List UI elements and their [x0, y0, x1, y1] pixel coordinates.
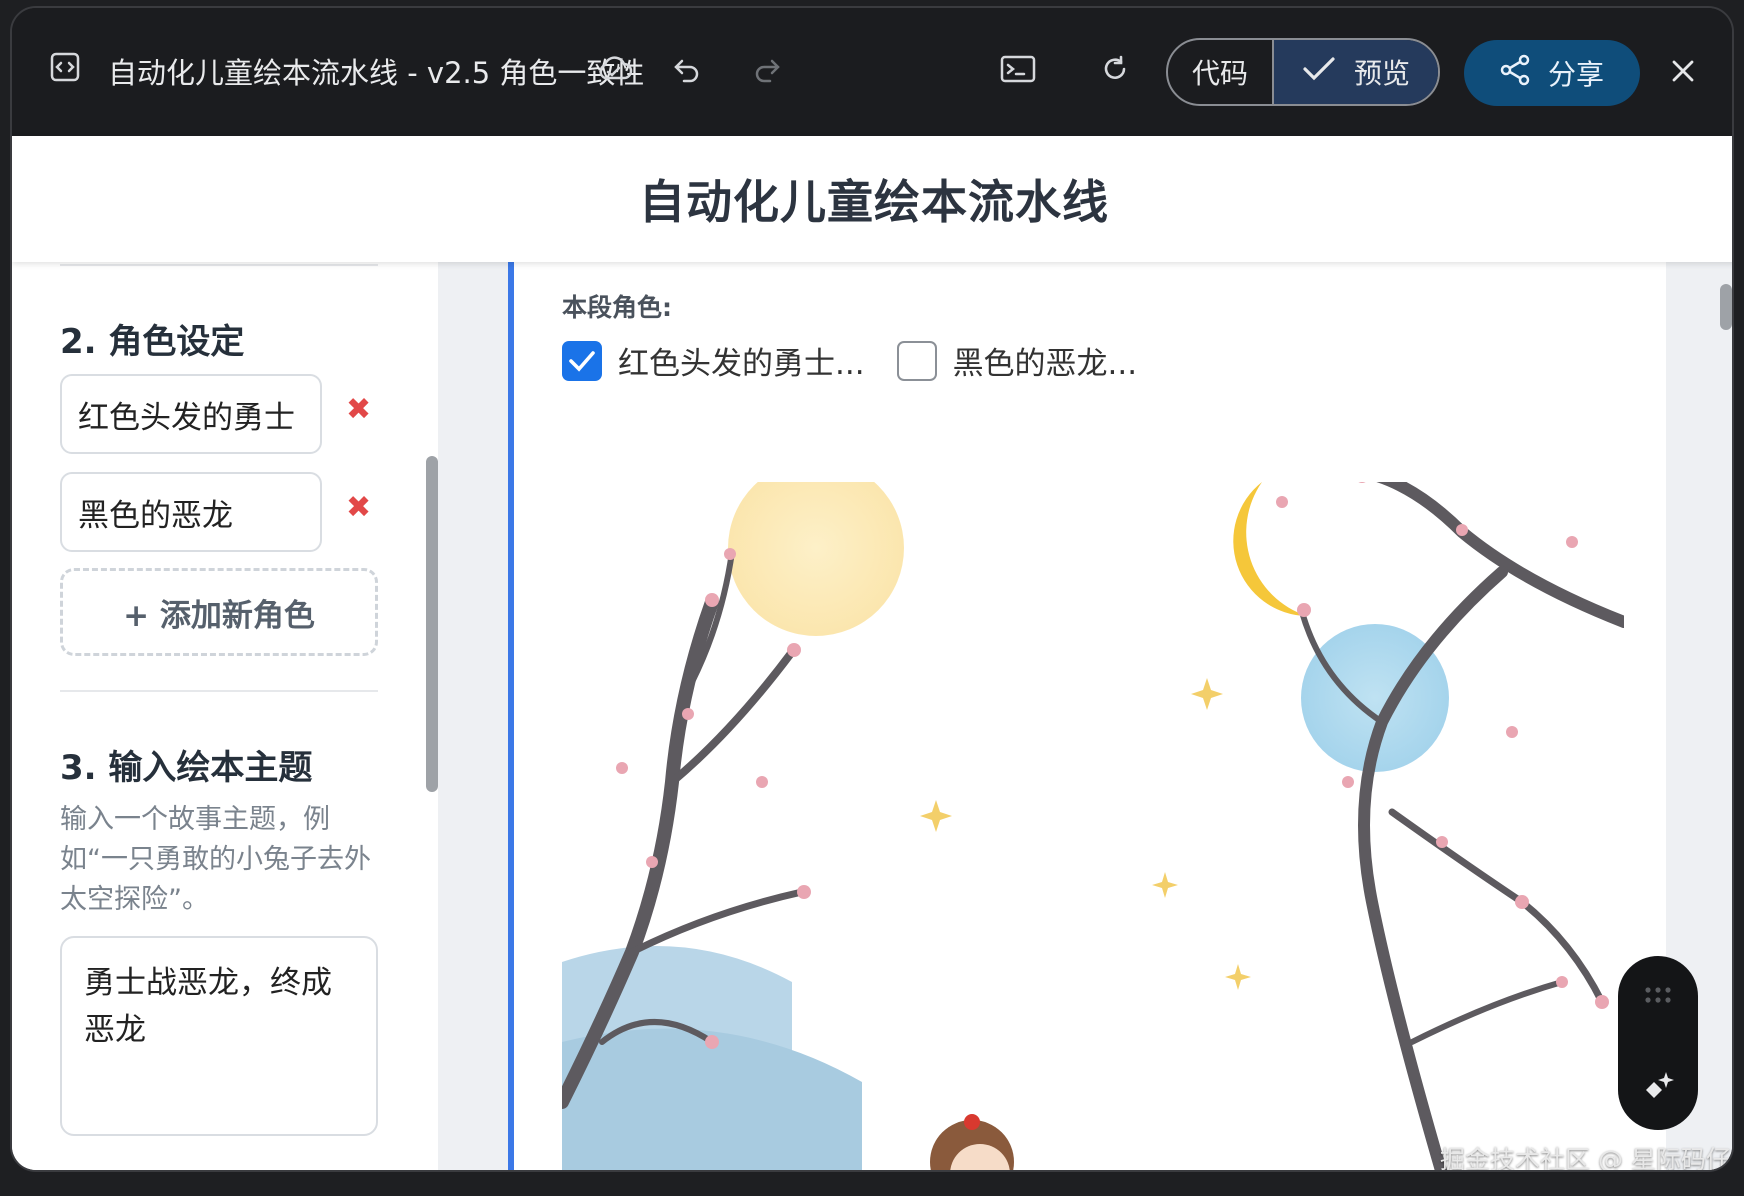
main-scrollbar[interactable]: [1720, 284, 1732, 330]
refresh-icon[interactable]: [1098, 52, 1132, 86]
view-toggle: 代码 预览: [1166, 38, 1440, 106]
character-checkboxes: 红色头发的勇士... 黑色的恶龙...: [562, 338, 1169, 383]
theme-hint: 输入一个故事主题，例如“一只勇敢的小兔子去外太空探险”。: [60, 804, 371, 915]
close-icon[interactable]: [1668, 56, 1698, 86]
preview-tab[interactable]: 预览: [1274, 40, 1438, 104]
delete-character-icon[interactable]: ✖: [346, 392, 371, 427]
section-heading-theme: 3. 输入绘本主题: [60, 748, 313, 788]
undo-icon[interactable]: [670, 52, 704, 86]
segment-card: 本段角色: 红色头发的勇士... 黑色的恶龙...: [508, 262, 1666, 1170]
window-title: 自动化儿童绘本流水线 - v2.5 角色一致性: [108, 56, 645, 90]
sidebar-scrollbar[interactable]: [426, 456, 438, 792]
share-label: 分享: [1547, 58, 1604, 91]
check-icon: [1302, 56, 1336, 89]
app-header: 自动化儿童绘本流水线: [12, 136, 1732, 262]
redo-icon[interactable]: [750, 52, 784, 86]
watermark: 掘金技术社区 @ 星际码仔: [1440, 1145, 1731, 1172]
code-tab-label: 代码: [1191, 57, 1248, 90]
code-window-icon[interactable]: [50, 52, 80, 82]
floating-assistant[interactable]: [1618, 956, 1698, 1130]
app-window: 自动化儿童绘本流水线 - v2.5 角色一致性 代码 预览 分享 自动化儿童绘本…: [10, 6, 1734, 1172]
preview-tab-label: 预览: [1353, 57, 1410, 90]
segment-characters-label: 本段角色:: [562, 293, 672, 322]
terminal-icon[interactable]: [998, 52, 1038, 86]
cloud-sync-icon[interactable]: [594, 50, 634, 86]
sparkle-icon[interactable]: [1640, 1068, 1676, 1108]
add-character-button[interactable]: + 添加新角色: [60, 568, 378, 656]
share-button[interactable]: 分享: [1464, 40, 1640, 106]
delete-character-icon[interactable]: ✖: [346, 490, 371, 525]
app-content: 自动化儿童绘本流水线 2. 角色设定 红色头发的勇士 ✖ 黑色的恶龙 ✖ + 添…: [12, 136, 1732, 1170]
code-tab[interactable]: 代码: [1168, 40, 1274, 104]
story-illustration: [562, 482, 1624, 1170]
character-option-label[interactable]: 红色头发的勇士...: [618, 338, 865, 383]
share-icon: [1500, 54, 1530, 93]
section-heading-characters: 2. 角色设定: [60, 322, 245, 362]
divider: [60, 690, 378, 692]
sidebar: 2. 角色设定 红色头发的勇士 ✖ 黑色的恶龙 ✖ + 添加新角色 3. 输入绘…: [12, 262, 438, 1170]
character-option-label[interactable]: 黑色的恶龙...: [953, 338, 1138, 383]
character-checkbox-unchecked[interactable]: [896, 340, 937, 381]
page-title: 自动化儿童绘本流水线: [639, 175, 1109, 229]
character-checkbox-checked[interactable]: [562, 340, 602, 381]
grid-dots-icon[interactable]: [1644, 986, 1672, 1008]
top-toolbar: 自动化儿童绘本流水线 - v2.5 角色一致性 代码 预览 分享: [12, 8, 1732, 136]
character-input[interactable]: 黑色的恶龙: [60, 472, 322, 552]
character-input[interactable]: 红色头发的勇士: [60, 374, 322, 454]
theme-textarea[interactable]: 勇士战恶龙，终成恶龙: [60, 936, 378, 1136]
divider: [60, 264, 378, 266]
